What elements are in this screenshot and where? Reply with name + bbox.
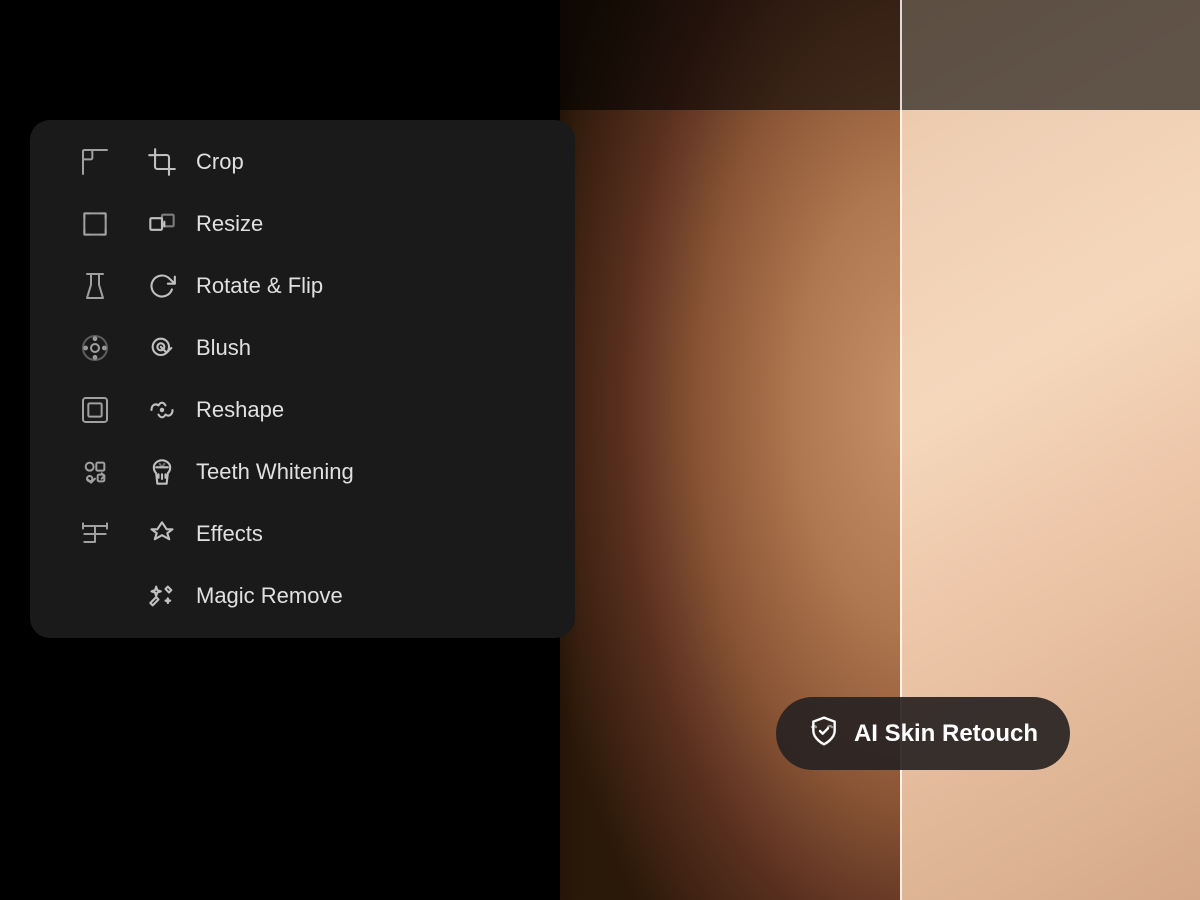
rotate-label: Rotate & Flip <box>196 273 323 299</box>
header-background <box>0 0 1200 110</box>
effects-label: Effects <box>196 521 263 547</box>
ai-retouch-icon <box>808 715 840 752</box>
sidebar-flask-icon <box>70 270 120 302</box>
resize-icon <box>140 210 184 238</box>
reshape-menu-item[interactable]: Reshape <box>40 380 565 440</box>
teeth-menu-item[interactable]: Teeth Whitening <box>40 442 565 502</box>
crop-menu-item[interactable]: Crop <box>40 132 565 192</box>
crop-icon <box>140 148 184 176</box>
teeth-label: Teeth Whitening <box>196 459 354 485</box>
magic-icon <box>140 582 184 610</box>
ai-skin-retouch-badge[interactable]: AI Skin Retouch <box>776 697 1070 770</box>
sidebar-frame-icon <box>70 394 120 426</box>
sidebar-eye-icon <box>70 332 120 364</box>
effects-menu-item[interactable]: Effects <box>40 504 565 564</box>
sidebar-shapes-icon <box>70 456 120 488</box>
reshape-icon <box>140 396 184 424</box>
sidebar-resize-icon <box>70 208 120 240</box>
resize-label: Resize <box>196 211 263 237</box>
magic-label: Magic Remove <box>196 583 343 609</box>
reshape-label: Reshape <box>196 397 284 423</box>
blush-label: Blush <box>196 335 251 361</box>
crop-label: Crop <box>196 149 244 175</box>
sidebar-text-icon <box>70 518 120 550</box>
tools-panel: Crop Resize <box>30 120 575 638</box>
sidebar-placeholder-icon <box>70 580 120 612</box>
sidebar-crop-icon <box>70 146 120 178</box>
resize-menu-item[interactable]: Resize <box>40 194 565 254</box>
magic-menu-item[interactable]: Magic Remove <box>40 566 565 626</box>
rotate-icon <box>140 272 184 300</box>
effects-icon <box>140 520 184 548</box>
blush-menu-item[interactable]: Blush <box>40 318 565 378</box>
teeth-icon <box>140 458 184 486</box>
blush-icon <box>140 334 184 362</box>
rotate-menu-item[interactable]: Rotate & Flip <box>40 256 565 316</box>
ai-badge-label: AI Skin Retouch <box>854 720 1038 748</box>
